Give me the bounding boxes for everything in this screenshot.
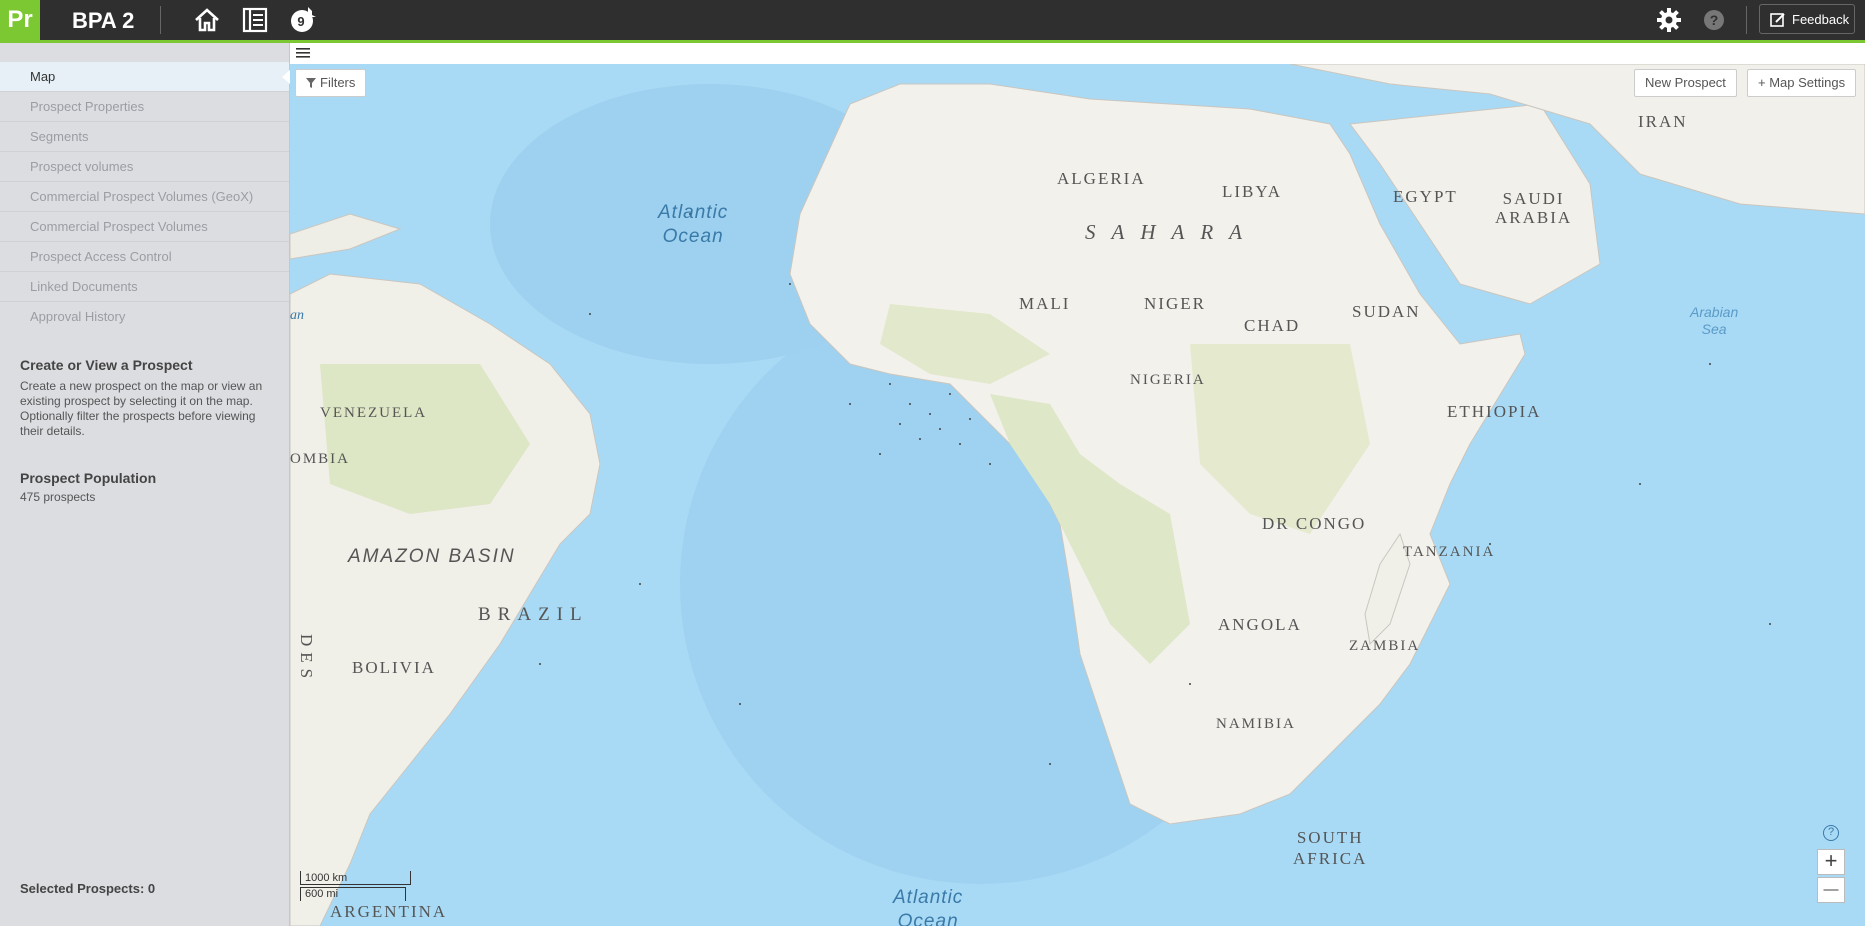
list-icon[interactable] <box>241 6 269 34</box>
zoom-in-button[interactable]: + <box>1817 849 1845 875</box>
label-south-africa: SOUTH AFRICA <box>1293 828 1368 868</box>
feedback-button[interactable]: Feedback <box>1759 4 1855 34</box>
notification-count: 9 <box>297 14 305 29</box>
label-venezuela: VENEZUELA <box>320 405 428 421</box>
sidebar-item-commercial-volumes[interactable]: Commercial Prospect Volumes <box>0 212 289 242</box>
map-view[interactable]: Filters New Prospect + Map Settings ALGE… <box>290 64 1865 926</box>
sidebar-item-label: Commercial Prospect Volumes (GeoX) <box>30 189 254 204</box>
sidebar-item-prospect-volumes[interactable]: Prospect volumes <box>0 152 289 182</box>
label-sudan: SUDAN <box>1352 302 1421 321</box>
label-ethiopia: ETHIOPIA <box>1447 402 1542 421</box>
feedback-label: Feedback <box>1792 12 1850 27</box>
label-iran: IRAN <box>1638 112 1688 131</box>
selected-prospects: Selected Prospects: 0 <box>20 881 156 896</box>
label-argentina: ARGENTINA <box>330 902 448 921</box>
label-atlantic-ocean-south: Atlantic Ocean <box>893 887 964 926</box>
label-egypt: EGYPT <box>1393 187 1458 206</box>
basemap <box>290 64 1865 926</box>
sidebar-item-label: Prospect Properties <box>30 99 145 114</box>
population-title: Prospect Population <box>20 470 157 486</box>
map-settings-label: + Map Settings <box>1758 75 1846 90</box>
sidebar-item-label: Segments <box>30 129 89 144</box>
feedback-icon <box>1770 13 1785 27</box>
sidebar-item-segments[interactable]: Segments <box>0 122 289 152</box>
create-prospect-title: Create or View a Prospect <box>20 357 193 373</box>
label-chad: CHAD <box>1244 316 1301 335</box>
gear-icon[interactable] <box>1655 6 1683 34</box>
label-libya: LIBYA <box>1222 182 1283 201</box>
scale-bar-mi: 600 mi <box>300 887 406 901</box>
sidebar-item-label: Linked Documents <box>30 279 138 294</box>
label-nigeria: NIGERIA <box>1130 372 1206 388</box>
label-atlantic-ocean-north: Atlantic Ocean <box>658 202 729 247</box>
label-angola: ANGOLA <box>1218 615 1302 634</box>
scale-bar-km: 1000 km <box>300 871 411 885</box>
create-prospect-text: Create a new prospect on the map or view… <box>20 379 263 438</box>
filters-button[interactable]: Filters <box>295 69 367 97</box>
population-value: 475 prospects <box>20 490 96 504</box>
label-dr-congo: DR CONGO <box>1262 514 1367 533</box>
new-prospect-button[interactable]: New Prospect <box>1634 69 1737 97</box>
map-help-icon[interactable]: ? <box>1823 825 1839 841</box>
sidebar-item-label: Prospect Access Control <box>30 249 172 264</box>
sidebar-item-prospect-properties[interactable]: Prospect Properties <box>0 92 289 122</box>
app-title[interactable]: BPA 2 <box>72 8 134 34</box>
label-niger: NIGER <box>1144 294 1206 313</box>
label-colombia: OMBIA <box>290 451 351 467</box>
label-mali: MALI <box>1019 294 1071 313</box>
app-logo[interactable]: Pr <box>0 0 40 40</box>
filter-icon <box>306 78 316 88</box>
sidebar-item-approval-history[interactable]: Approval History <box>0 302 289 332</box>
label-sahara: SAHARA <box>1085 220 1258 244</box>
label-andes: DES <box>297 634 316 685</box>
menu-icon[interactable] <box>296 47 310 59</box>
notification-icon[interactable]: 9 <box>289 6 317 34</box>
sidebar-item-access-control[interactable]: Prospect Access Control <box>0 242 289 272</box>
zoom-out-button[interactable]: — <box>1817 877 1845 903</box>
sidebar-item-linked-documents[interactable]: Linked Documents <box>0 272 289 302</box>
map-toolbar-strip <box>290 43 1865 64</box>
sidebar-item-label: Prospect volumes <box>30 159 134 174</box>
label-amazon-basin: AMAZON BASIN <box>348 546 516 567</box>
map-settings-button[interactable]: + Map Settings <box>1747 69 1857 97</box>
new-prospect-label: New Prospect <box>1645 75 1726 90</box>
label-saudi-arabia: SAUDI ARABIA <box>1495 189 1573 227</box>
help-icon[interactable]: ? <box>1703 9 1725 31</box>
sidebar-item-label: Map <box>30 69 56 84</box>
label-ocean-fragment: an <box>290 308 304 323</box>
divider <box>1746 6 1747 34</box>
home-icon[interactable] <box>193 6 221 34</box>
top-navigation-bar: Pr BPA 2 9 ? Feedback <box>0 0 1865 40</box>
label-brazil: BRAZIL <box>478 604 589 625</box>
label-namibia: NAMIBIA <box>1216 716 1296 732</box>
label-tanzania: TANZANIA <box>1403 544 1496 560</box>
label-bolivia: BOLIVIA <box>352 658 436 677</box>
svg-text:?: ? <box>1710 12 1719 28</box>
label-zambia: ZAMBIA <box>1349 638 1421 654</box>
sidebar-item-map[interactable]: Map <box>0 62 291 92</box>
sidebar-item-label: Commercial Prospect Volumes <box>30 219 208 234</box>
sidebar: Map Prospect Properties Segments Prospec… <box>0 43 291 926</box>
label-algeria: ALGERIA <box>1057 169 1146 188</box>
filters-label: Filters <box>320 75 356 90</box>
label-arabian-sea: Arabian Sea <box>1690 304 1739 337</box>
divider <box>160 6 161 34</box>
sidebar-item-commercial-volumes-geox[interactable]: Commercial Prospect Volumes (GeoX) <box>0 182 289 212</box>
sidebar-item-label: Approval History <box>30 309 126 324</box>
